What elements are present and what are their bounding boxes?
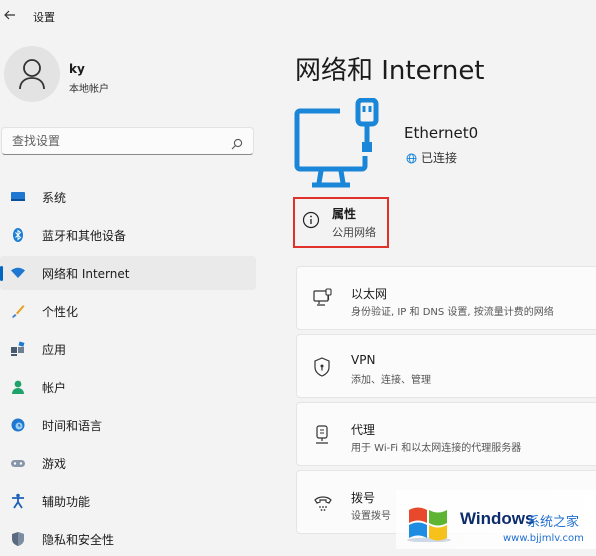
sidebar-item-network[interactable]: 网络和 Internet	[0, 256, 256, 290]
person-icon	[19, 59, 45, 90]
sidebar-item-privacy[interactable]: 隐私和安全性	[0, 522, 256, 556]
ethernet-card[interactable]: 以太网 身份验证, IP 和 DNS 设置, 按流量计费的网络	[296, 266, 596, 330]
sidebar-item-label: 辅助功能	[42, 495, 91, 509]
connection-status-text: 已连接	[421, 151, 458, 165]
user-name: ky	[69, 62, 85, 76]
sidebar-item-accounts[interactable]: 帐户	[0, 370, 256, 404]
active-indicator	[0, 266, 3, 281]
adapter-name: Ethernet0	[404, 124, 479, 142]
back-arrow-icon[interactable]	[3, 7, 17, 21]
dialup-card-subtitle: 设置拨号	[351, 511, 391, 522]
sidebar-item-personalization[interactable]: 个性化	[0, 294, 256, 328]
watermark-url: www.bjjmlv.com	[503, 533, 584, 544]
vpn-card[interactable]: VPN 添加、连接、管理	[296, 334, 596, 398]
person-icon	[10, 379, 26, 395]
properties-button[interactable]: 属性 公用网络	[293, 197, 389, 248]
ethernet-card-subtitle: 身份验证, IP 和 DNS 设置, 按流量计费的网络	[351, 307, 554, 318]
sidebar-item-label: 游戏	[42, 457, 67, 471]
sidebar-item-label: 隐私和安全性	[42, 533, 115, 547]
sidebar-item-time-language[interactable]: 时间和语言	[0, 408, 256, 442]
monitor-icon	[10, 189, 26, 205]
sidebar-item-bluetooth[interactable]: 蓝牙和其他设备	[0, 218, 256, 252]
ethernet-icon	[313, 288, 333, 312]
properties-subtitle: 公用网络	[332, 226, 376, 239]
sidebar-item-label: 系统	[42, 191, 67, 205]
proxy-card-subtitle: 用于 Wi-Fi 和以太网连接的代理服务器	[351, 443, 522, 454]
proxy-icon	[313, 425, 331, 449]
vpn-card-subtitle: 添加、连接、管理	[351, 375, 431, 386]
info-icon	[302, 211, 320, 233]
page-title: 网络和 Internet	[295, 56, 485, 86]
accessibility-icon	[10, 493, 26, 509]
ethernet-card-title: 以太网	[351, 287, 388, 301]
vpn-shield-icon	[313, 357, 331, 381]
watermark-site-name: 系统之家	[527, 515, 580, 530]
sidebar-item-label: 网络和 Internet	[42, 267, 130, 281]
sidebar-item-system[interactable]: 系统	[0, 180, 256, 214]
sidebar-item-label: 应用	[42, 343, 67, 357]
connection-status: 已连接	[406, 149, 457, 167]
gamepad-icon	[10, 455, 26, 471]
sidebar-item-apps[interactable]: 应用	[0, 332, 256, 366]
proxy-card-title: 代理	[351, 423, 376, 437]
shield-icon	[10, 531, 26, 547]
title-bar: 设置	[0, 0, 596, 32]
properties-title: 属性	[332, 207, 357, 221]
apps-icon	[10, 341, 26, 357]
globe-icon	[406, 153, 417, 167]
sidebar-item-label: 帐户	[42, 381, 67, 395]
avatar[interactable]	[4, 46, 60, 102]
proxy-card[interactable]: 代理 用于 Wi-Fi 和以太网连接的代理服务器	[296, 402, 596, 466]
globe-clock-icon	[10, 417, 26, 433]
user-account-type: 本地帐户	[69, 84, 109, 95]
wifi-icon	[10, 265, 26, 281]
sidebar-item-label: 时间和语言	[42, 419, 103, 433]
windows-logo-icon	[405, 502, 453, 546]
dialup-icon	[313, 493, 333, 517]
sidebar-item-label: 蓝牙和其他设备	[42, 229, 127, 243]
sidebar-item-label: 个性化	[42, 305, 79, 319]
ethernet-computer-icon	[294, 97, 386, 192]
search-box[interactable]	[1, 127, 254, 155]
search-input[interactable]	[2, 128, 232, 154]
dialup-card-title: 拨号	[351, 491, 376, 505]
app-title: 设置	[33, 11, 55, 24]
vpn-card-title: VPN	[351, 353, 376, 367]
sidebar-item-accessibility[interactable]: 辅助功能	[0, 484, 256, 518]
watermark-brand: Windows	[460, 509, 535, 528]
bluetooth-icon	[10, 227, 26, 243]
sidebar-item-gaming[interactable]: 游戏	[0, 446, 256, 480]
brush-icon	[10, 303, 26, 319]
watermark: Windows 系统之家 www.bjjmlv.com	[396, 490, 596, 549]
search-icon[interactable]	[231, 135, 243, 154]
